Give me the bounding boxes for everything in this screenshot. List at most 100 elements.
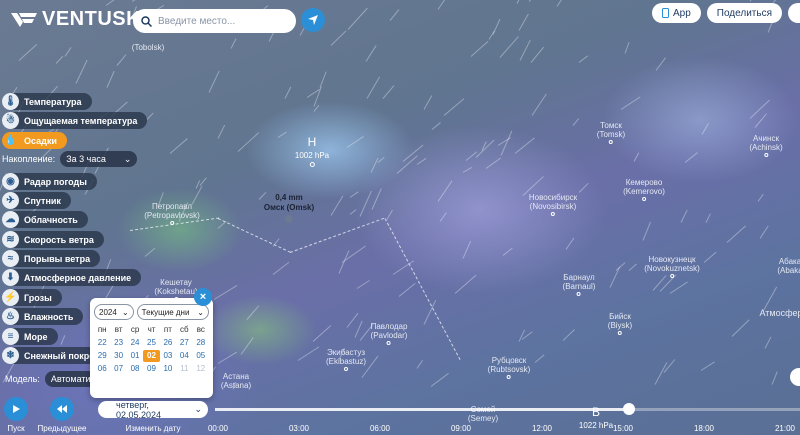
selected-city[interactable]: 0,4 mm Омск (Omsk): [264, 193, 314, 223]
calendar-day[interactable]: 06: [94, 363, 110, 375]
layer-label: Порывы ветра: [24, 253, 91, 264]
layer-sea[interactable]: ≡ Море: [2, 328, 58, 345]
layer-feels-like[interactable]: ☃ Ощущаемая температура: [2, 112, 148, 129]
wind-streak: [485, 157, 502, 170]
city-name: Ачинск: [753, 134, 779, 143]
city-pavlodar[interactable]: Павлодар (Pavlodar): [371, 322, 407, 345]
calendar-day[interactable]: 27: [176, 337, 192, 349]
previous-button[interactable]: [50, 397, 74, 421]
city-tobolsk[interactable]: (Tobolsk): [132, 43, 164, 52]
calendar-day[interactable]: 04: [176, 350, 192, 362]
city-petropavlovsk[interactable]: Петропавл (Petropavlovsk): [144, 202, 200, 225]
city-name-en: (Astana): [220, 381, 252, 390]
play-button[interactable]: [4, 397, 28, 421]
calendar-day[interactable]: 25: [143, 337, 159, 349]
timeline-handle[interactable]: [623, 403, 635, 415]
city-barnaul[interactable]: Барнаул (Barnaul): [563, 273, 595, 296]
close-icon[interactable]: ×: [194, 288, 212, 306]
wind-streak: [416, 359, 424, 369]
city-rubtsovsk[interactable]: Рубцовск (Rubtsovsk): [488, 356, 530, 379]
wind-streak: [578, 182, 589, 193]
city-novokuznetsk[interactable]: Новокузнецк (Novokuznetsk): [644, 255, 700, 278]
layer-wind-gusts[interactable]: ≈ Порывы ветра: [2, 250, 101, 267]
hour-label[interactable]: 00:00: [208, 424, 228, 433]
city-kemerovo[interactable]: Кемерово (Kemerovo): [623, 178, 665, 201]
locate-button[interactable]: [301, 8, 325, 32]
city-tomsk[interactable]: Томск (Tomsk): [597, 121, 625, 144]
layer-thunderstorms[interactable]: ⚡ Грозы: [2, 289, 62, 306]
hour-label[interactable]: 09:00: [451, 424, 471, 433]
person-temp-icon: ☃: [2, 112, 19, 129]
layer-clouds[interactable]: ☁ Облачность: [2, 211, 88, 228]
calendar-day[interactable]: 29: [94, 350, 110, 362]
hour-label[interactable]: 03:00: [289, 424, 309, 433]
calendar-day[interactable]: 09: [143, 363, 159, 375]
wind-streak: [330, 195, 344, 216]
year-select[interactable]: 2024 ⌄: [94, 304, 134, 320]
city-abakan[interactable]: Абака(Abaka: [777, 257, 800, 275]
wind-streak: [354, 320, 363, 338]
calendar-day[interactable]: 28: [193, 337, 209, 349]
wind-streak: [312, 325, 332, 342]
wind-streak: [144, 248, 156, 258]
calendar-day[interactable]: 01: [127, 350, 143, 362]
calendar-day[interactable]: 08: [127, 363, 143, 375]
city-biysk[interactable]: Бийск (Biysk): [608, 312, 632, 335]
pressure-letter: Н: [307, 135, 317, 149]
search-input[interactable]: [158, 15, 288, 27]
city-name-en: (Petropavlovsk): [144, 211, 200, 220]
app-button[interactable]: App: [651, 3, 701, 23]
layer-precipitation[interactable]: 💧 Осадки: [2, 132, 67, 149]
accumulation-select[interactable]: За 3 часа ⌄: [60, 151, 138, 167]
hour-label[interactable]: 12:00: [532, 424, 552, 433]
search-box[interactable]: [133, 9, 296, 33]
calendar-day[interactable]: 26: [160, 337, 176, 349]
layer-pressure[interactable]: ⬇ Атмосферное давление: [2, 269, 142, 286]
city-ekibastuz[interactable]: Экибастуз (Ekibastuz): [326, 348, 366, 371]
weekday-label: ср: [130, 325, 140, 334]
city-name: Рубцовск: [491, 356, 527, 365]
city-novosibirsk[interactable]: Новосибирск (Novosibirsk): [529, 193, 577, 216]
hour-label[interactable]: 15:00: [613, 424, 633, 433]
date-select[interactable]: четверг, 02.05.2024 ⌄: [98, 400, 208, 420]
timeline-track[interactable]: [215, 408, 800, 411]
layer-label: Радар погоды: [24, 176, 87, 187]
layer-temperature[interactable]: 🌡 Температура: [2, 93, 92, 110]
layer-radar[interactable]: ◉ Радар погоды: [2, 173, 97, 190]
share-button[interactable]: Поделиться: [706, 3, 782, 23]
wind-streak: [700, 361, 715, 371]
city-achinsk[interactable]: Ачинск (Achinsk): [749, 134, 783, 157]
city-name-en: (Novosibirsk): [529, 202, 577, 211]
calendar-day[interactable]: 24: [127, 337, 143, 349]
calendar-day[interactable]: 30: [110, 350, 126, 362]
range-select[interactable]: Текущие дни ⌄: [136, 304, 209, 320]
calendar-day[interactable]: 05: [193, 350, 209, 362]
settings-button[interactable]: [788, 3, 800, 23]
calendar-day[interactable]: 03: [160, 350, 176, 362]
calendar-day[interactable]: 22: [94, 337, 110, 349]
hour-label[interactable]: 21:00: [775, 424, 795, 433]
calendar-day-disabled: 12: [196, 364, 206, 373]
wind-streak: [443, 98, 464, 117]
calendar-day[interactable]: 23: [110, 337, 126, 349]
search-icon: [141, 15, 152, 27]
layer-satellite[interactable]: ✈ Спутник: [2, 192, 71, 209]
wind-streak: [217, 351, 237, 364]
hour-label[interactable]: 06:00: [370, 424, 390, 433]
layer-wind-speed[interactable]: ≋ Скорость ветра: [2, 231, 104, 248]
wind-streak: [520, 39, 532, 61]
wind-streak: [430, 372, 449, 387]
calendar-day-selected[interactable]: 02: [143, 350, 160, 362]
layer-humidity[interactable]: ♨ Влажность: [2, 308, 84, 325]
city-astana[interactable]: Астана (Astana): [221, 372, 251, 390]
wind-streak: [246, 305, 259, 320]
wind-streak: [423, 95, 433, 110]
calendar-day[interactable]: 07: [110, 363, 126, 375]
wind-streak: [217, 124, 226, 139]
wind-streak: [439, 212, 447, 222]
calendar-day[interactable]: 10: [160, 363, 176, 375]
hour-label[interactable]: 18:00: [694, 424, 714, 433]
city-name: Омск (Omsk): [263, 203, 315, 212]
layer-label: Снежный покров: [24, 350, 101, 361]
wind-streak: [272, 262, 290, 276]
